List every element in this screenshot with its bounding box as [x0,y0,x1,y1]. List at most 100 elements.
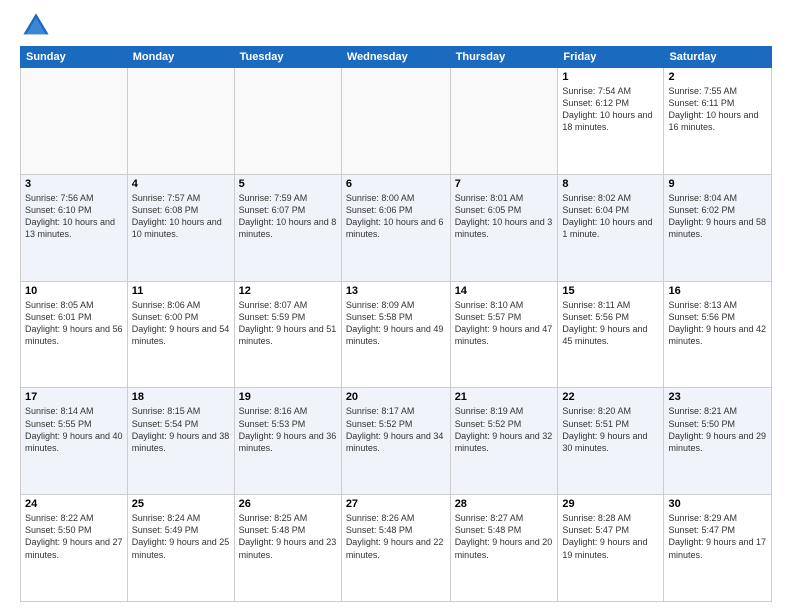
day-info: Sunrise: 8:25 AM Sunset: 5:48 PM Dayligh… [239,512,337,561]
day-info: Sunrise: 8:02 AM Sunset: 6:04 PM Dayligh… [562,192,659,241]
day-info: Sunrise: 8:27 AM Sunset: 5:48 PM Dayligh… [455,512,554,561]
day-number: 28 [455,498,554,510]
day-number: 15 [562,285,659,297]
weekday-header-row: SundayMondayTuesdayWednesdayThursdayFrid… [21,47,772,68]
day-number: 22 [562,391,659,403]
calendar-cell: 28 Sunrise: 8:27 AM Sunset: 5:48 PM Dayli… [450,495,558,602]
day-number: 13 [346,285,446,297]
day-number: 25 [132,498,230,510]
day-number: 17 [25,391,123,403]
day-info: Sunrise: 8:15 AM Sunset: 5:54 PM Dayligh… [132,405,230,454]
calendar-cell: 24 Sunrise: 8:22 AM Sunset: 5:50 PM Dayli… [21,495,128,602]
calendar-cell: 1 Sunrise: 7:54 AM Sunset: 6:12 PM Daylig… [558,68,664,175]
day-info: Sunrise: 8:04 AM Sunset: 6:02 PM Dayligh… [668,192,767,241]
calendar-cell: 9 Sunrise: 8:04 AM Sunset: 6:02 PM Daylig… [664,174,772,281]
calendar-cell: 4 Sunrise: 7:57 AM Sunset: 6:08 PM Daylig… [127,174,234,281]
day-number: 2 [668,71,767,83]
calendar-cell [234,68,341,175]
weekday-header-wednesday: Wednesday [341,47,450,68]
logo [20,16,50,40]
calendar-cell: 16 Sunrise: 8:13 AM Sunset: 5:56 PM Dayli… [664,281,772,388]
weekday-header-sunday: Sunday [21,47,128,68]
day-number: 6 [346,178,446,190]
calendar-week-row: 24 Sunrise: 8:22 AM Sunset: 5:50 PM Dayli… [21,495,772,602]
day-info: Sunrise: 8:10 AM Sunset: 5:57 PM Dayligh… [455,299,554,348]
day-info: Sunrise: 8:09 AM Sunset: 5:58 PM Dayligh… [346,299,446,348]
calendar-cell [21,68,128,175]
day-info: Sunrise: 8:24 AM Sunset: 5:49 PM Dayligh… [132,512,230,561]
day-number: 11 [132,285,230,297]
day-number: 29 [562,498,659,510]
day-number: 1 [562,71,659,83]
calendar-week-row: 17 Sunrise: 8:14 AM Sunset: 5:55 PM Dayli… [21,388,772,495]
calendar-cell: 23 Sunrise: 8:21 AM Sunset: 5:50 PM Dayli… [664,388,772,495]
calendar-week-row: 3 Sunrise: 7:56 AM Sunset: 6:10 PM Daylig… [21,174,772,281]
day-number: 27 [346,498,446,510]
day-number: 8 [562,178,659,190]
day-number: 16 [668,285,767,297]
day-number: 26 [239,498,337,510]
calendar-cell: 12 Sunrise: 8:07 AM Sunset: 5:59 PM Dayli… [234,281,341,388]
day-info: Sunrise: 8:06 AM Sunset: 6:00 PM Dayligh… [132,299,230,348]
day-info: Sunrise: 8:00 AM Sunset: 6:06 PM Dayligh… [346,192,446,241]
day-number: 23 [668,391,767,403]
calendar-cell: 15 Sunrise: 8:11 AM Sunset: 5:56 PM Dayli… [558,281,664,388]
calendar-cell: 3 Sunrise: 7:56 AM Sunset: 6:10 PM Daylig… [21,174,128,281]
weekday-header-saturday: Saturday [664,47,772,68]
day-number: 30 [668,498,767,510]
calendar-cell: 20Sunrise: 8:17 AM Sunset: 5:52 PM Dayli… [341,388,450,495]
day-number: 10 [25,285,123,297]
day-info: Sunrise: 7:57 AM Sunset: 6:08 PM Dayligh… [132,192,230,241]
calendar-cell: 27 Sunrise: 8:26 AM Sunset: 5:48 PM Dayli… [341,495,450,602]
weekday-header-monday: Monday [127,47,234,68]
day-info: Sunrise: 7:54 AM Sunset: 6:12 PM Dayligh… [562,85,659,134]
day-info: Sunrise: 8:05 AM Sunset: 6:01 PM Dayligh… [25,299,123,348]
calendar-cell: 8 Sunrise: 8:02 AM Sunset: 6:04 PM Daylig… [558,174,664,281]
day-number: 24 [25,498,123,510]
header [20,16,772,40]
weekday-header-tuesday: Tuesday [234,47,341,68]
weekday-header-thursday: Thursday [450,47,558,68]
day-info: Sunrise: 8:01 AM Sunset: 6:05 PM Dayligh… [455,192,554,241]
calendar-cell [127,68,234,175]
calendar: SundayMondayTuesdayWednesdayThursdayFrid… [20,46,772,602]
calendar-cell: 30Sunrise: 8:29 AM Sunset: 5:47 PM Dayli… [664,495,772,602]
day-number: 21 [455,391,554,403]
calendar-cell: 25 Sunrise: 8:24 AM Sunset: 5:49 PM Dayli… [127,495,234,602]
day-number: 12 [239,285,337,297]
calendar-week-row: 10 Sunrise: 8:05 AM Sunset: 6:01 PM Dayli… [21,281,772,388]
page: SundayMondayTuesdayWednesdayThursdayFrid… [0,0,792,612]
day-info: Sunrise: 8:22 AM Sunset: 5:50 PM Dayligh… [25,512,123,561]
calendar-cell: 7 Sunrise: 8:01 AM Sunset: 6:05 PM Daylig… [450,174,558,281]
calendar-cell: 2Sunrise: 7:55 AM Sunset: 6:11 PM Daylig… [664,68,772,175]
day-info: Sunrise: 8:21 AM Sunset: 5:50 PM Dayligh… [668,405,767,454]
weekday-header-friday: Friday [558,47,664,68]
day-number: 19 [239,391,337,403]
day-number: 7 [455,178,554,190]
calendar-cell: 26 Sunrise: 8:25 AM Sunset: 5:48 PM Dayli… [234,495,341,602]
day-info: Sunrise: 8:13 AM Sunset: 5:56 PM Dayligh… [668,299,767,348]
day-info: Sunrise: 8:17 AM Sunset: 5:52 PM Dayligh… [346,405,446,454]
day-info: Sunrise: 8:16 AM Sunset: 5:53 PM Dayligh… [239,405,337,454]
calendar-cell: 6 Sunrise: 8:00 AM Sunset: 6:06 PM Daylig… [341,174,450,281]
day-info: Sunrise: 8:19 AM Sunset: 5:52 PM Dayligh… [455,405,554,454]
day-number: 4 [132,178,230,190]
day-info: Sunrise: 8:14 AM Sunset: 5:55 PM Dayligh… [25,405,123,454]
calendar-week-row: 1 Sunrise: 7:54 AM Sunset: 6:12 PM Daylig… [21,68,772,175]
day-number: 9 [668,178,767,190]
day-info: Sunrise: 8:11 AM Sunset: 5:56 PM Dayligh… [562,299,659,348]
day-number: 3 [25,178,123,190]
calendar-cell: 17 Sunrise: 8:14 AM Sunset: 5:55 PM Dayli… [21,388,128,495]
day-info: Sunrise: 8:20 AM Sunset: 5:51 PM Dayligh… [562,405,659,454]
day-info: Sunrise: 8:26 AM Sunset: 5:48 PM Dayligh… [346,512,446,561]
calendar-cell: 5Sunrise: 7:59 AM Sunset: 6:07 PM Daylig… [234,174,341,281]
day-info: Sunrise: 8:07 AM Sunset: 5:59 PM Dayligh… [239,299,337,348]
calendar-cell: 14 Sunrise: 8:10 AM Sunset: 5:57 PM Dayli… [450,281,558,388]
calendar-cell [341,68,450,175]
day-number: 14 [455,285,554,297]
calendar-cell: 10 Sunrise: 8:05 AM Sunset: 6:01 PM Dayli… [21,281,128,388]
calendar-cell: 22 Sunrise: 8:20 AM Sunset: 5:51 PM Dayli… [558,388,664,495]
calendar-cell [450,68,558,175]
day-info: Sunrise: 7:56 AM Sunset: 6:10 PM Dayligh… [25,192,123,241]
logo-icon [22,12,50,40]
